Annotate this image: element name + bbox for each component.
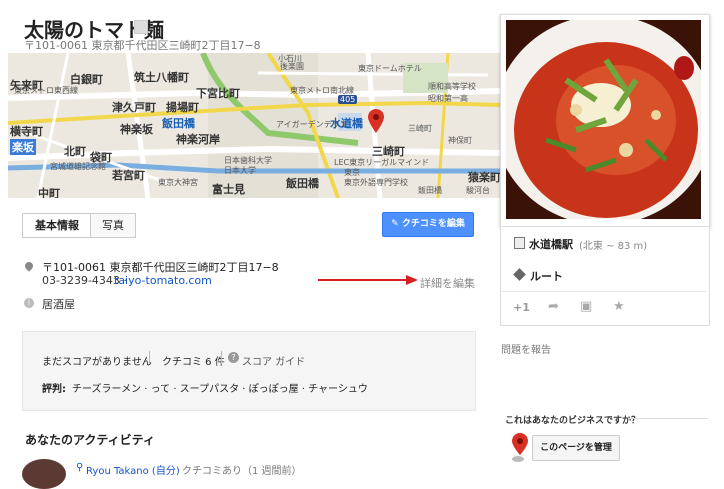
- reputation-label: 評判:: [42, 384, 66, 395]
- tab-basic-info[interactable]: 基本情報: [22, 213, 92, 238]
- divider: [149, 351, 150, 364]
- add-photo-icon[interactable]: ▣: [580, 299, 592, 314]
- map-label: 飯田橋: [418, 186, 442, 195]
- map-label: 東京ドームホテル: [358, 64, 422, 73]
- tab-photos[interactable]: 写真: [90, 213, 136, 238]
- activity-heading: あなたのアクティビティ: [25, 433, 155, 447]
- map-label: 津久戸町: [112, 101, 156, 114]
- share-icon[interactable]: ➦: [548, 299, 559, 314]
- map-label: 三崎町: [408, 124, 432, 133]
- header-address: 〒101-0061 東京都千代田区三崎町2丁目17−8: [24, 39, 261, 52]
- map-label: 中町: [38, 187, 60, 198]
- address-pin-icon: [23, 260, 35, 272]
- manage-page-button[interactable]: このページを管理: [532, 435, 620, 461]
- map-label: 若宮町: [112, 169, 145, 182]
- divider: [221, 351, 222, 364]
- info-icon: i: [24, 298, 34, 308]
- train-station-icon: [514, 237, 525, 249]
- map-label: 駿河台: [466, 186, 490, 195]
- map-label: 北町: [64, 145, 86, 158]
- reputation-text: チーズラーメン · って · スープパスタ · ぽっぽっ屋 · チャーシュウ: [72, 384, 368, 395]
- score-guide-link[interactable]: スコア ガイド: [242, 353, 305, 368]
- map-label: 神楽河岸: [176, 133, 220, 146]
- owner-pin-icon: [512, 433, 528, 462]
- restaurant-photo[interactable]: [506, 20, 701, 219]
- edit-details-link[interactable]: 詳細を編集: [420, 275, 475, 291]
- business-question: これはあなたのビジネスですか？: [505, 416, 641, 426]
- website-link[interactable]: taiyo-tomato.com: [114, 274, 212, 287]
- map-label: 下宮比町: [196, 87, 240, 100]
- address-text: 〒101-0061 東京都千代田区三崎町2丁目17−8: [42, 261, 279, 274]
- map-label: 東京メトロ東西線: [14, 86, 78, 95]
- route-link[interactable]: ルート: [530, 268, 563, 284]
- map-label: 楽坂: [10, 139, 36, 155]
- search-icon: ⚲: [76, 462, 84, 473]
- route-badge: 405: [338, 95, 358, 104]
- map-label: 東京外語専門学校: [344, 178, 408, 187]
- location-pin-icon[interactable]: [368, 109, 384, 133]
- help-icon[interactable]: ?: [228, 352, 239, 363]
- map-label: 揚場町: [166, 101, 199, 114]
- tomato-ramen-illustration: [506, 20, 701, 219]
- avatar[interactable]: [22, 459, 66, 489]
- google-plus-badge-icon: [134, 20, 148, 34]
- pencil-icon: ✎: [391, 219, 402, 229]
- map-label: 日本大学: [224, 166, 256, 175]
- report-problem-link[interactable]: 問題を報告: [501, 341, 551, 356]
- map-label: 昭和第一高: [428, 94, 468, 103]
- map-label: アイガーデンテラス: [276, 120, 348, 129]
- map-label: 宮城道雄記念館: [50, 162, 106, 171]
- map-label: 筑土八幡町: [134, 71, 189, 84]
- map-label: 神楽坂: [120, 123, 153, 136]
- station-name[interactable]: 水道橋駅: [529, 236, 573, 252]
- map-label: 神保町: [448, 136, 472, 145]
- map-view[interactable]: 矢来町 白銀町 筑土八幡町 下宮比町 横寺町 津久戸町 揚場町 楽坂 神楽坂 飯…: [8, 53, 500, 198]
- plus-one-button[interactable]: +1: [513, 301, 530, 314]
- map-label: 小石川: [278, 54, 302, 63]
- map-label: 東京大神宮: [158, 178, 198, 187]
- phone-value: 03-3239-4343: [42, 274, 120, 287]
- divider: [501, 291, 707, 292]
- map-label: 富士見: [212, 183, 245, 196]
- station-distance: (北東 ~ 83 m): [579, 241, 648, 252]
- category-text: 居酒屋: [42, 298, 75, 311]
- star-icon[interactable]: ★: [613, 299, 625, 314]
- map-label: 横寺町: [10, 125, 43, 138]
- divider: [628, 418, 708, 419]
- no-score-text: まだスコアがありません: [42, 357, 152, 368]
- edit-review-label: クチコミを編集: [401, 219, 465, 229]
- map-label: 飯田橋: [162, 117, 195, 130]
- edit-review-button[interactable]: ✎ クチコミを編集: [382, 212, 474, 237]
- map-label: 猿楽町: [468, 171, 500, 184]
- review-count-link[interactable]: クチコミ 6 件: [162, 353, 225, 368]
- red-arrow-annotation: [318, 275, 418, 285]
- map-label: 飯田橋: [286, 177, 319, 190]
- review-summary-box: [22, 331, 476, 411]
- map-label: 順和高等学校: [428, 82, 476, 91]
